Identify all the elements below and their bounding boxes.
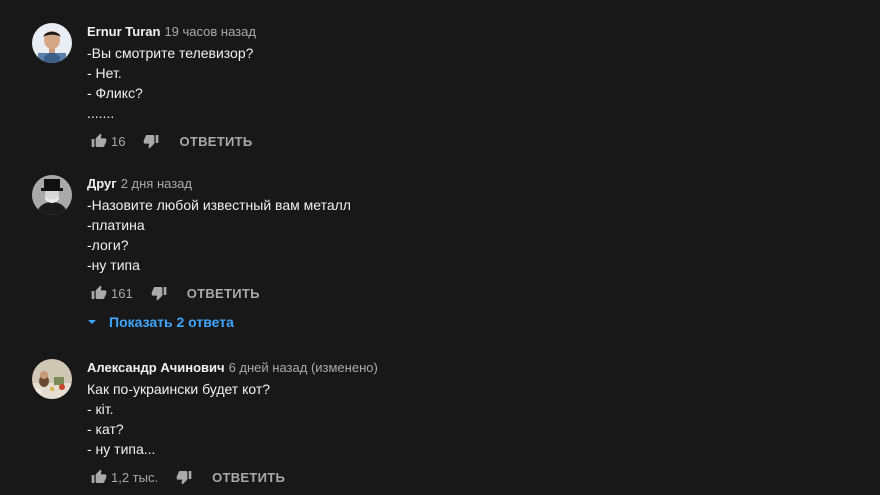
like-button[interactable] bbox=[87, 129, 111, 153]
comment-text: -Назовите любой известный вам металл -пл… bbox=[87, 195, 852, 275]
thumb-down-icon bbox=[144, 135, 159, 149]
comment-line: -логи? bbox=[87, 237, 129, 253]
comment-line: -ну типа bbox=[87, 257, 140, 273]
thumb-down-icon bbox=[176, 471, 192, 485]
like-button[interactable] bbox=[87, 465, 111, 489]
comment-line: - кат? bbox=[87, 421, 124, 437]
comment-actions: 161 ОТВЕТИТЬ bbox=[87, 281, 852, 305]
thumb-up-icon bbox=[91, 285, 107, 299]
author-name[interactable]: Друг bbox=[87, 176, 117, 191]
comment-line: - Фликс? bbox=[87, 85, 143, 101]
chevron-down-icon bbox=[87, 317, 97, 327]
dislike-button[interactable] bbox=[139, 129, 163, 153]
reply-button[interactable]: ОТВЕТИТЬ bbox=[179, 134, 252, 149]
comment-line: - Нет. bbox=[87, 65, 122, 81]
comment-body: Александр Ачинович 6 дней назад (изменено… bbox=[87, 359, 852, 489]
comment-actions: 1,2 тыс. ОТВЕТИТЬ bbox=[87, 465, 852, 489]
comment-line: -Назовите любой известный вам металл bbox=[87, 197, 351, 213]
avatar[interactable] bbox=[32, 23, 72, 63]
comment-line: -платина bbox=[87, 217, 145, 233]
timestamp[interactable]: 2 дня назад bbox=[121, 176, 192, 191]
dislike-button[interactable] bbox=[147, 281, 171, 305]
thumb-up-icon bbox=[91, 469, 107, 483]
comment-body: Ernur Turan 19 часов назад -Вы смотрите т… bbox=[87, 23, 852, 153]
comment-header: Друг 2 дня назад bbox=[87, 175, 852, 193]
like-count: 16 bbox=[111, 133, 126, 149]
comment-text: Как по-украински будет кот? - кіт. - кат… bbox=[87, 379, 852, 459]
comment-actions: 16 ОТВЕТИТЬ bbox=[87, 129, 852, 153]
show-replies-button[interactable]: Показать 2 ответа bbox=[87, 314, 234, 330]
comment-line: ....... bbox=[87, 105, 115, 121]
author-name[interactable]: Александр Ачинович bbox=[87, 360, 225, 375]
avatar[interactable] bbox=[32, 175, 72, 215]
like-count: 1,2 тыс. bbox=[111, 469, 159, 485]
reply-button[interactable]: ОТВЕТИТЬ bbox=[187, 286, 260, 301]
comment-header: Александр Ачинович 6 дней назад (изменено… bbox=[87, 359, 852, 377]
comment-line: -Вы смотрите телевизор? bbox=[87, 45, 254, 61]
comment-body: Друг 2 дня назад -Назовите любой известны… bbox=[87, 175, 852, 305]
show-replies-label: Показать 2 ответа bbox=[109, 314, 234, 330]
comment-line: Как по-украински будет кот? bbox=[87, 381, 271, 397]
avatar[interactable] bbox=[32, 359, 72, 399]
like-count: 161 bbox=[111, 285, 133, 301]
thumb-up-icon bbox=[91, 133, 107, 147]
dislike-button[interactable] bbox=[172, 465, 196, 489]
comment-header: Ernur Turan 19 часов назад bbox=[87, 23, 852, 41]
comment-line: - кіт. bbox=[87, 401, 114, 417]
comment-text: -Вы смотрите телевизор? - Нет. - Фликс? … bbox=[87, 43, 852, 123]
timestamp[interactable]: 19 часов назад bbox=[164, 24, 256, 39]
timestamp[interactable]: 6 дней назад (изменено) bbox=[229, 360, 378, 375]
author-name[interactable]: Ernur Turan bbox=[87, 24, 160, 39]
comment-line: - ну типа... bbox=[87, 441, 156, 457]
thumb-down-icon bbox=[151, 287, 167, 301]
reply-button[interactable]: ОТВЕТИТЬ bbox=[212, 470, 285, 485]
like-button[interactable] bbox=[87, 281, 111, 305]
